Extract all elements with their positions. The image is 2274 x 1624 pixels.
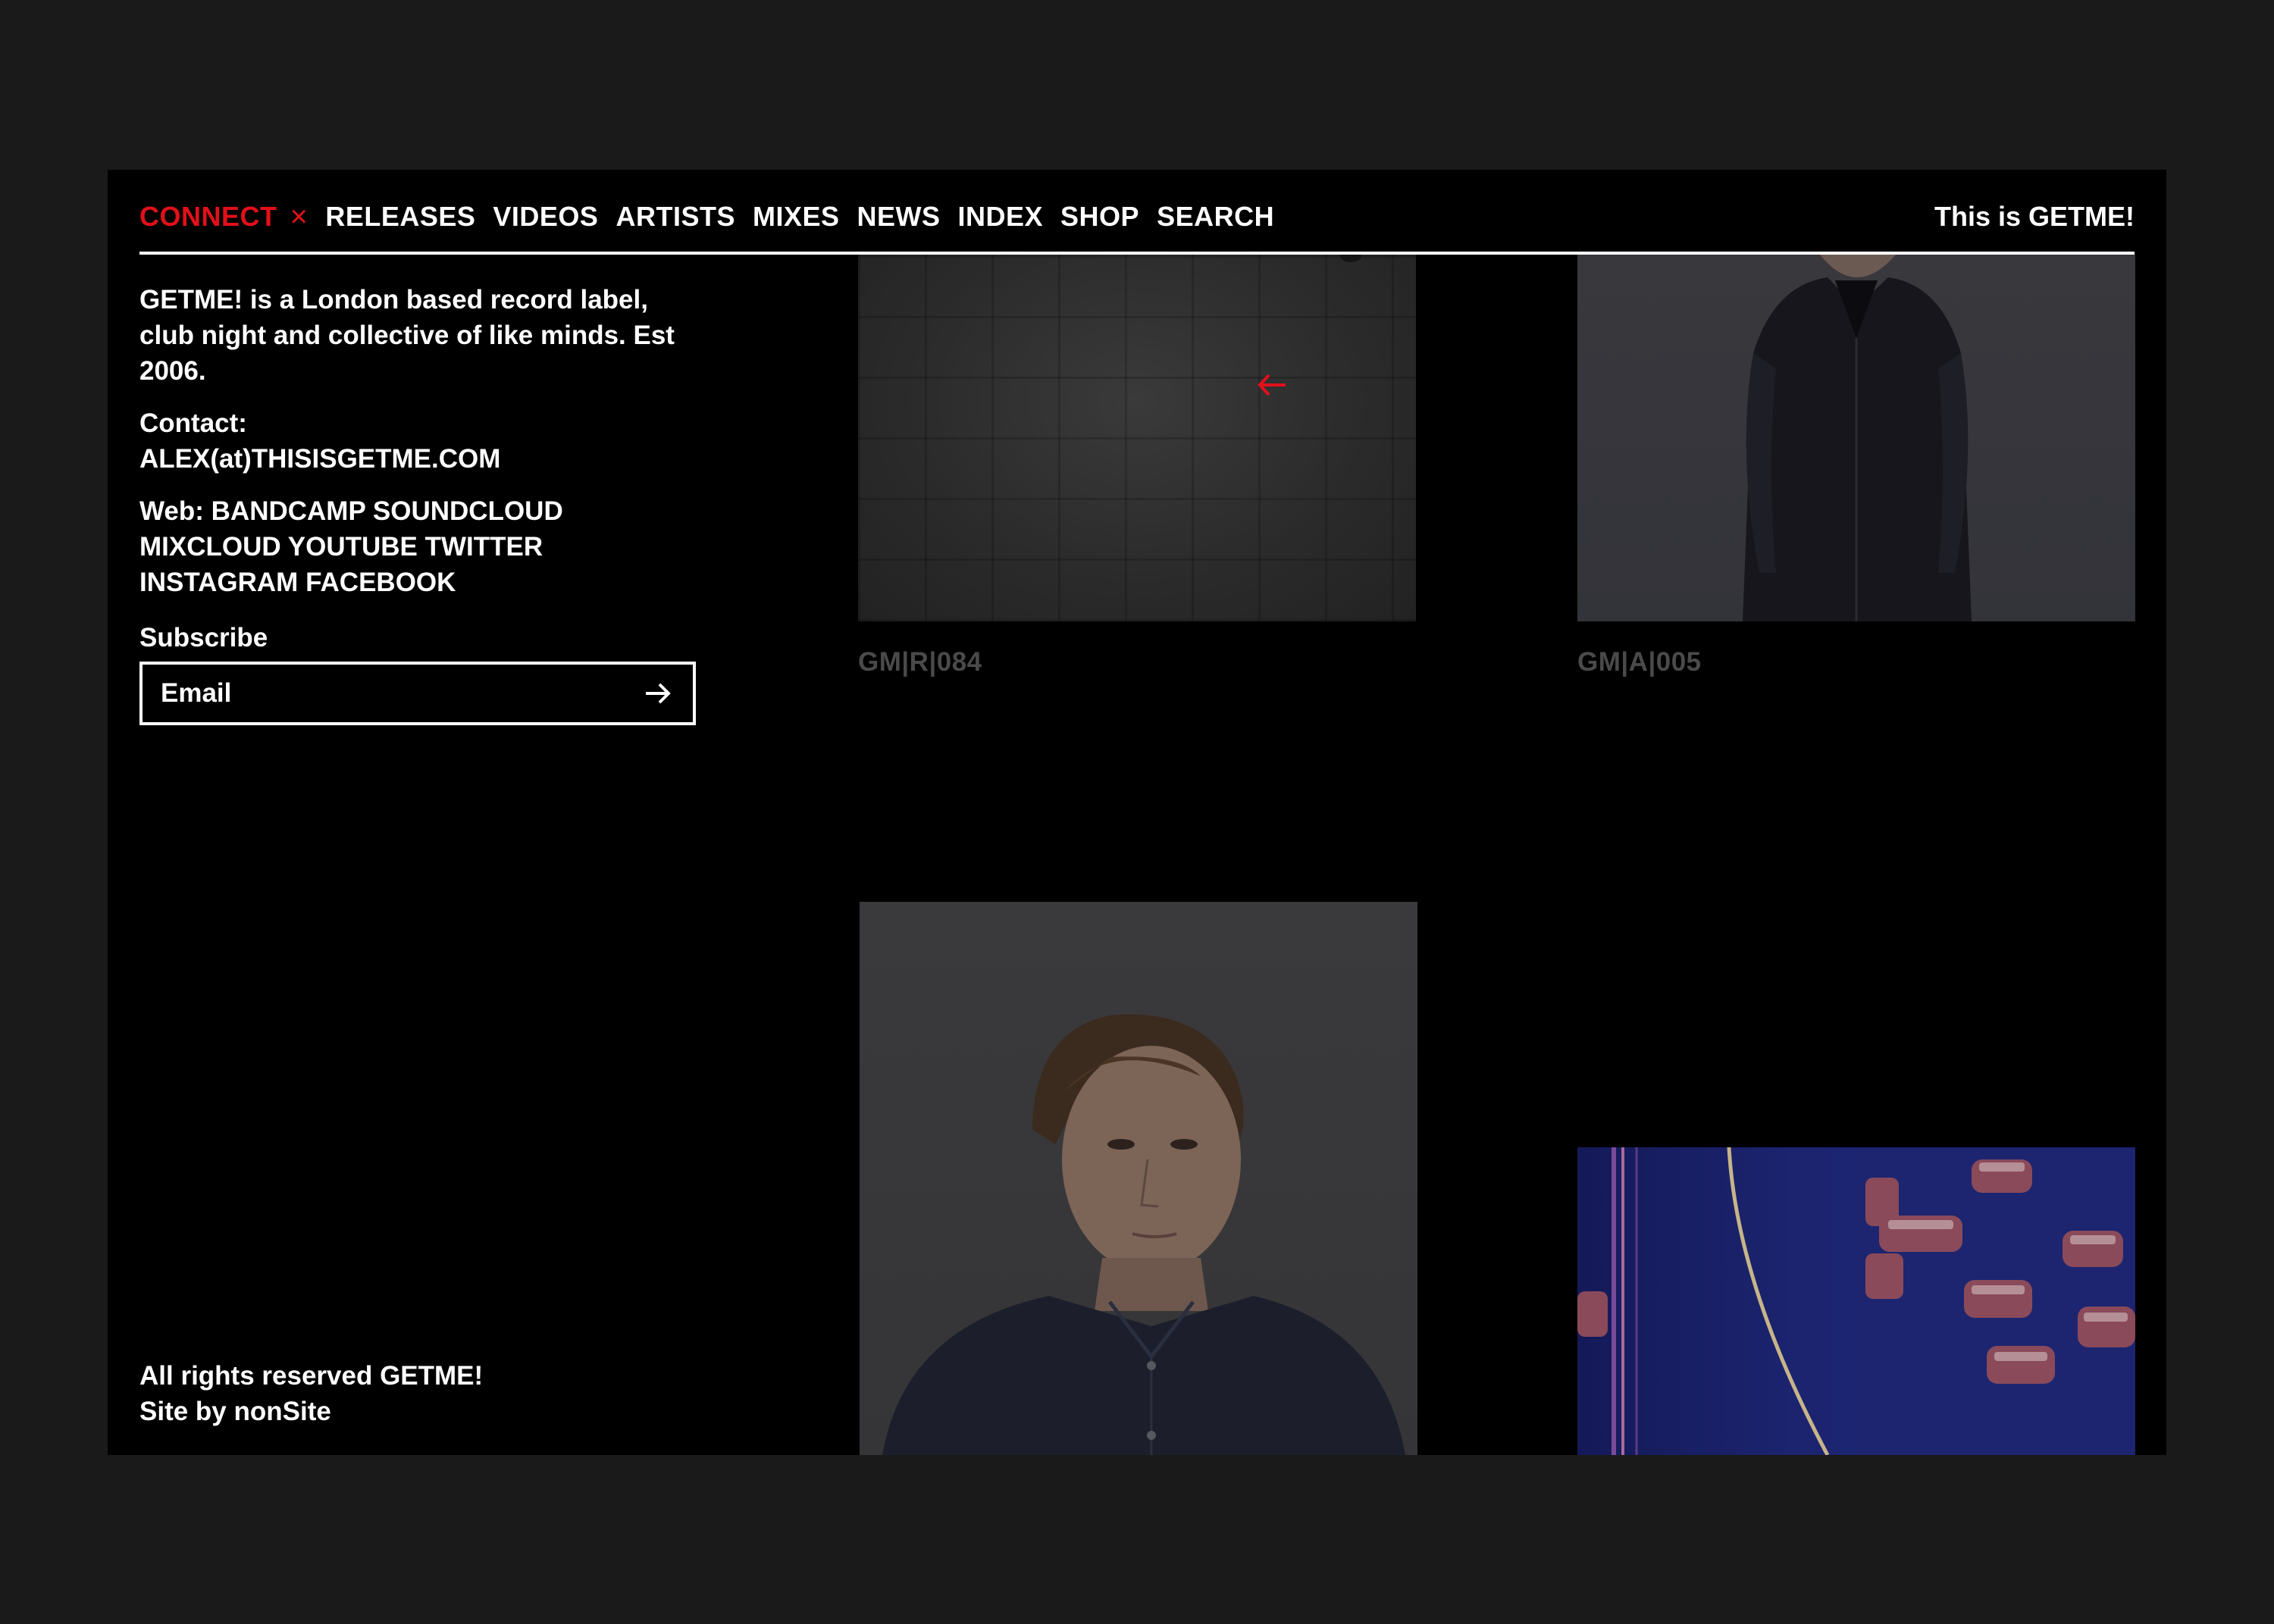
link-bandcamp[interactable]: BANDCAMP (211, 496, 366, 526)
arrow-right-icon[interactable] (641, 677, 675, 710)
nav-item-index[interactable]: INDEX (958, 201, 1044, 233)
nav-item-artists[interactable]: ARTISTS (615, 201, 735, 233)
contact-block: Contact: ALEX(at)THISISGETME.COM (139, 405, 700, 477)
connect-panel: GETME! is a London based record label, c… (139, 282, 700, 725)
artist-tile-gma005[interactable] (1577, 255, 2135, 621)
nav-item-connect[interactable]: CONNECT (139, 201, 277, 233)
credit-line: Site by nonSite (139, 1394, 483, 1429)
close-icon[interactable]: × (290, 200, 309, 234)
brand-link[interactable]: This is GETME! (1934, 192, 2135, 241)
arrow-left-icon (1258, 374, 1286, 396)
artist-tile-portrait[interactable] (860, 902, 1417, 1455)
link-instagram[interactable]: INSTAGRAM (139, 568, 298, 597)
credit-prefix: Site by (139, 1397, 227, 1426)
man-in-bomber-jacket-photo (1743, 255, 1972, 621)
subscribe-form (139, 662, 696, 725)
credit-link[interactable]: nonSite (234, 1397, 331, 1426)
main-nav: CONNECT × RELEASES VIDEOS ARTISTS MIXES … (139, 192, 1274, 241)
tiled-floor-photo (1340, 255, 1361, 262)
link-mixcloud[interactable]: MIXCLOUD (139, 532, 281, 562)
racing-cars-photo (1577, 1147, 2135, 1455)
nav-item-search[interactable]: SEARCH (1157, 201, 1274, 233)
link-soundcloud[interactable]: SOUNDCLOUD (373, 496, 563, 526)
nav-item-mixes[interactable]: MIXES (753, 201, 840, 233)
nav-item-releases[interactable]: RELEASES (325, 201, 475, 233)
web-label: Web: (139, 496, 204, 526)
video-tile-cars[interactable] (1577, 1147, 2135, 1455)
artist-code[interactable]: GM|A|005 (1577, 647, 1702, 677)
site-footer: All rights reserved GETME! Site by nonSi… (139, 1358, 483, 1429)
web-links: Web: BANDCAMP SOUNDCLOUD MIXCLOUD YOUTUB… (139, 493, 700, 600)
app-window: CONNECT × RELEASES VIDEOS ARTISTS MIXES … (108, 170, 2166, 1455)
release-code[interactable]: GM|R|084 (858, 647, 982, 677)
email-input[interactable] (161, 678, 615, 709)
about-text: GETME! is a London based record label, c… (139, 285, 675, 386)
contact-label: Contact: (139, 408, 247, 438)
contact-email-link[interactable]: ALEX(at)THISISGETME.COM (139, 444, 500, 474)
nav-item-news[interactable]: NEWS (857, 201, 941, 233)
link-youtube[interactable]: YOUTUBE (288, 532, 418, 562)
link-facebook[interactable]: FACEBOOK (305, 568, 456, 597)
subscribe-label: Subscribe (139, 623, 268, 652)
young-man-portrait-photo (882, 1014, 1405, 1455)
nav-item-shop[interactable]: SHOP (1060, 201, 1139, 233)
release-tile-gmr084[interactable] (858, 255, 1416, 621)
rights-text: All rights reserved GETME! (139, 1361, 484, 1391)
link-twitter[interactable]: TWITTER (425, 532, 543, 562)
nav-item-videos[interactable]: VIDEOS (493, 201, 598, 233)
